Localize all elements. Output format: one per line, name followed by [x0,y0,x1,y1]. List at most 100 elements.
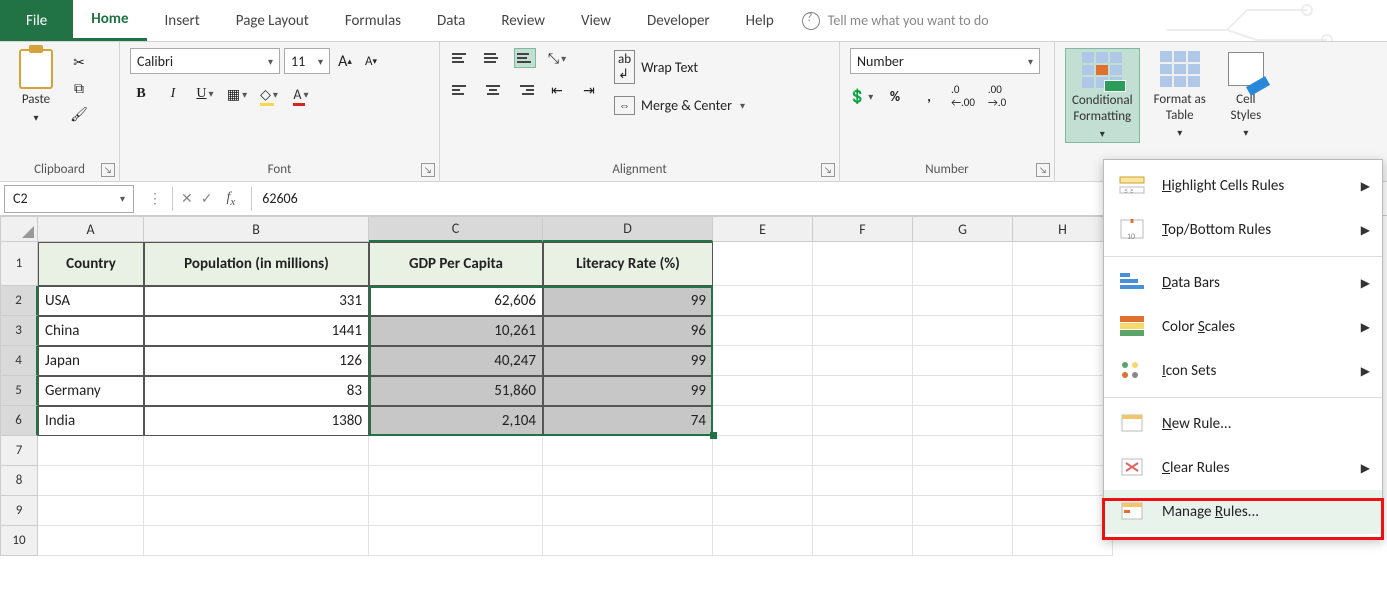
tab-formulas[interactable]: Formulas [327,0,419,41]
tab-data[interactable]: Data [419,0,483,41]
row-header-4[interactable]: 4 [0,346,38,376]
cell-G7[interactable] [913,436,1013,466]
cell-F9[interactable] [813,496,913,526]
format-painter-button[interactable]: 🖌 [68,104,90,124]
underline-button[interactable]: U▾ [194,84,216,104]
cell-C2[interactable]: 62,606 [369,286,543,316]
tab-insert[interactable]: Insert [147,0,218,41]
cell-F5[interactable] [813,376,913,406]
italic-button[interactable]: I [162,84,184,104]
menu-icon-sets[interactable]: Icon Sets ▶ [1104,349,1382,393]
align-top-button[interactable] [450,48,472,68]
tab-page-layout[interactable]: Page Layout [218,0,327,41]
cell-H7[interactable] [1013,436,1113,466]
conditional-formatting-button[interactable]: Conditional Formatting ▾ [1065,48,1140,143]
cell-D8[interactable] [543,466,713,496]
tell-me-search[interactable]: Tell me what you want to do [802,0,989,41]
number-format-combo[interactable]: Number▾ [850,48,1040,74]
cell-C8[interactable] [369,466,543,496]
cell-C9[interactable] [369,496,543,526]
increase-decimal-button[interactable]: .0←.00 [952,86,974,106]
cell-F6[interactable] [813,406,913,436]
cell-D10[interactable] [543,526,713,556]
cell-D9[interactable] [543,496,713,526]
menu-highlight-cells-rules[interactable]: ≤ ≥ Highlight Cells Rules ▶ [1104,164,1382,208]
enter-formula-button[interactable]: ✓ [201,190,213,207]
format-as-table-button[interactable]: Format as Table ▾ [1148,48,1212,141]
col-header-H[interactable]: H [1013,216,1113,242]
cell-F2[interactable] [813,286,913,316]
font-dialog-launcher[interactable]: ↘ [421,163,435,177]
tab-view[interactable]: View [563,0,629,41]
menu-new-rule[interactable]: New Rule... [1104,402,1382,446]
cell-E5[interactable] [713,376,813,406]
font-name-combo[interactable]: Calibri▾ [130,48,280,74]
paste-button[interactable]: Paste ▾ [10,48,62,126]
align-bottom-button[interactable] [514,48,536,68]
align-left-button[interactable] [450,80,472,100]
cell-C6[interactable]: 2,104 [369,406,543,436]
cell-G10[interactable] [913,526,1013,556]
cell-G3[interactable] [913,316,1013,346]
row-header-1[interactable]: 1 [0,242,38,286]
cell-G4[interactable] [913,346,1013,376]
cell-H5[interactable] [1013,376,1113,406]
cell-B9[interactable] [144,496,369,526]
cell-C7[interactable] [369,436,543,466]
cell-G9[interactable] [913,496,1013,526]
cell-B5[interactable]: 83 [144,376,369,406]
cell-G6[interactable] [913,406,1013,436]
cell-E1[interactable] [713,242,813,286]
borders-button[interactable]: ▦▾ [226,84,248,104]
tab-home[interactable]: Home [73,0,146,41]
cell-H3[interactable] [1013,316,1113,346]
align-right-button[interactable] [514,80,536,100]
cell-E6[interactable] [713,406,813,436]
cell-B10[interactable] [144,526,369,556]
cell-F8[interactable] [813,466,913,496]
clipboard-dialog-launcher[interactable]: ↘ [101,163,115,177]
cell-E10[interactable] [713,526,813,556]
select-all-corner[interactable] [0,216,38,242]
cell-A3[interactable]: China [38,316,144,346]
decrease-decimal-button[interactable]: .00→.0 [986,86,1008,106]
cell-G1[interactable] [913,242,1013,286]
decrease-indent-button[interactable]: ⇤ [546,80,568,100]
font-size-combo[interactable]: 11▾ [284,48,330,74]
col-header-F[interactable]: F [813,216,913,242]
fx-icon[interactable]: fx [220,190,241,208]
name-box[interactable]: C2▾ [4,185,134,213]
cell-E4[interactable] [713,346,813,376]
cell-A4[interactable]: Japan [38,346,144,376]
tab-developer[interactable]: Developer [629,0,728,41]
cell-B3[interactable]: 1441 [144,316,369,346]
wrap-text-button[interactable]: ab↲ Wrap Text [614,50,745,84]
col-header-B[interactable]: B [144,216,369,242]
merge-center-button[interactable]: ⇔ Merge & Center ▾ [614,96,745,115]
cell-B6[interactable]: 1380 [144,406,369,436]
cell-H8[interactable] [1013,466,1113,496]
cell-G8[interactable] [913,466,1013,496]
cell-D6[interactable]: 74 [543,406,713,436]
col-header-D[interactable]: D [543,216,713,242]
alignment-dialog-launcher[interactable]: ↘ [821,163,835,177]
percent-button[interactable]: % [884,86,906,106]
cell-G5[interactable] [913,376,1013,406]
cell-B2[interactable]: 331 [144,286,369,316]
cell-F3[interactable] [813,316,913,346]
cell-H1[interactable] [1013,242,1113,286]
fill-color-button[interactable]: ◇▾ [258,84,280,104]
cell-A9[interactable] [38,496,144,526]
cell-C5[interactable]: 51,860 [369,376,543,406]
selection-fill-handle[interactable] [710,432,717,439]
cell-D4[interactable]: 99 [543,346,713,376]
row-header-5[interactable]: 5 [0,376,38,406]
cell-E2[interactable] [713,286,813,316]
cell-D7[interactable] [543,436,713,466]
cell-F10[interactable] [813,526,913,556]
cell-E9[interactable] [713,496,813,526]
menu-data-bars[interactable]: Data Bars ▶ [1104,261,1382,305]
cell-C1[interactable]: GDP Per Capita [369,242,543,286]
menu-manage-rules[interactable]: Manage Rules... [1104,490,1382,534]
cell-B4[interactable]: 126 [144,346,369,376]
